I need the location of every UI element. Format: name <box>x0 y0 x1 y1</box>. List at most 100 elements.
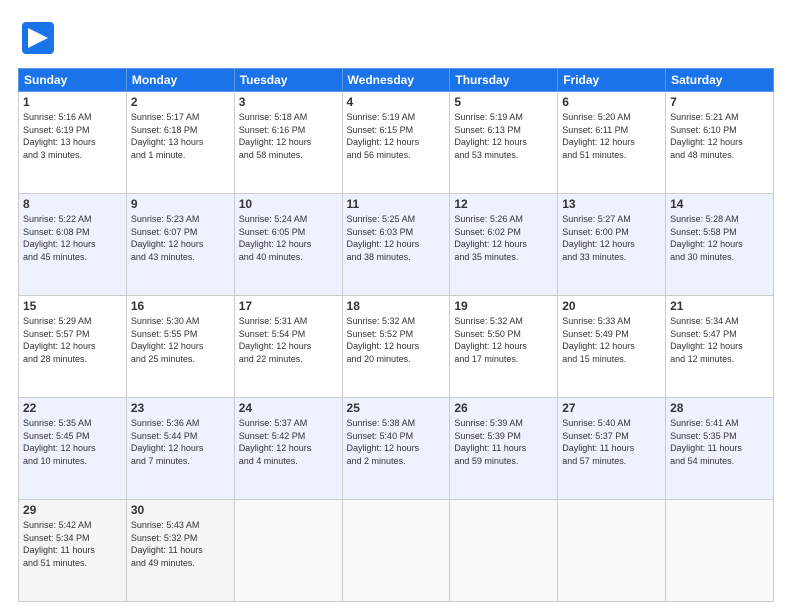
day-number: 11 <box>347 197 446 211</box>
day-number: 17 <box>239 299 338 313</box>
calendar-cell: 21 Sunrise: 5:34 AM Sunset: 5:47 PM Dayli… <box>666 296 774 398</box>
calendar-cell: 2Sunrise: 5:17 AM Sunset: 6:18 PM Daylig… <box>126 92 234 194</box>
week-row-5: 29 Sunrise: 5:42 AM Sunset: 5:34 PM Dayli… <box>19 500 774 602</box>
day-number: 16 <box>131 299 230 313</box>
calendar-cell: 16 Sunrise: 5:30 AM Sunset: 5:55 PM Dayli… <box>126 296 234 398</box>
day-number: 8 <box>23 197 122 211</box>
calendar-cell: 4 Sunrise: 5:19 AM Sunset: 6:15 PM Daylig… <box>342 92 450 194</box>
day-info: Sunrise: 5:21 AM Sunset: 6:10 PM Dayligh… <box>670 111 769 161</box>
week-row-2: 8 Sunrise: 5:22 AM Sunset: 6:08 PM Daylig… <box>19 194 774 296</box>
day-info: Sunrise: 5:24 AM Sunset: 6:05 PM Dayligh… <box>239 213 338 263</box>
day-info: Sunrise: 5:18 AM Sunset: 6:16 PM Dayligh… <box>239 111 338 161</box>
day-number: 14 <box>670 197 769 211</box>
calendar-cell: 17 Sunrise: 5:31 AM Sunset: 5:54 PM Dayli… <box>234 296 342 398</box>
logo-icon <box>18 18 58 58</box>
day-info: Sunrise: 5:29 AM Sunset: 5:57 PM Dayligh… <box>23 315 122 365</box>
weekday-header-tuesday: Tuesday <box>234 69 342 92</box>
calendar-cell: 28 Sunrise: 5:41 AM Sunset: 5:35 PM Dayli… <box>666 398 774 500</box>
day-info: Sunrise: 5:34 AM Sunset: 5:47 PM Dayligh… <box>670 315 769 365</box>
day-number: 29 <box>23 503 122 517</box>
day-info: Sunrise: 5:16 AM Sunset: 6:19 PM Dayligh… <box>23 111 122 161</box>
day-number: 22 <box>23 401 122 415</box>
day-info: Sunrise: 5:35 AM Sunset: 5:45 PM Dayligh… <box>23 417 122 467</box>
calendar-cell: 11 Sunrise: 5:25 AM Sunset: 6:03 PM Dayli… <box>342 194 450 296</box>
day-info: Sunrise: 5:31 AM Sunset: 5:54 PM Dayligh… <box>239 315 338 365</box>
day-info: Sunrise: 5:38 AM Sunset: 5:40 PM Dayligh… <box>347 417 446 467</box>
day-number: 20 <box>562 299 661 313</box>
weekday-header-friday: Friday <box>558 69 666 92</box>
weekday-header-row: SundayMondayTuesdayWednesdayThursdayFrid… <box>19 69 774 92</box>
day-info: Sunrise: 5:19 AM Sunset: 6:15 PM Dayligh… <box>347 111 446 161</box>
weekday-header-wednesday: Wednesday <box>342 69 450 92</box>
day-info: Sunrise: 5:36 AM Sunset: 5:44 PM Dayligh… <box>131 417 230 467</box>
day-number: 2 <box>131 95 230 109</box>
calendar-cell: 25 Sunrise: 5:38 AM Sunset: 5:40 PM Dayli… <box>342 398 450 500</box>
day-number: 4 <box>347 95 446 109</box>
day-number: 12 <box>454 197 553 211</box>
week-row-4: 22 Sunrise: 5:35 AM Sunset: 5:45 PM Dayli… <box>19 398 774 500</box>
day-info: Sunrise: 5:32 AM Sunset: 5:52 PM Dayligh… <box>347 315 446 365</box>
calendar-cell <box>450 500 558 602</box>
calendar-cell: 24 Sunrise: 5:37 AM Sunset: 5:42 PM Dayli… <box>234 398 342 500</box>
calendar-cell: 14 Sunrise: 5:28 AM Sunset: 5:58 PM Dayli… <box>666 194 774 296</box>
calendar-cell: 27 Sunrise: 5:40 AM Sunset: 5:37 PM Dayli… <box>558 398 666 500</box>
day-info: Sunrise: 5:30 AM Sunset: 5:55 PM Dayligh… <box>131 315 230 365</box>
day-info: Sunrise: 5:41 AM Sunset: 5:35 PM Dayligh… <box>670 417 769 467</box>
day-number: 28 <box>670 401 769 415</box>
day-number: 10 <box>239 197 338 211</box>
day-number: 9 <box>131 197 230 211</box>
day-info: Sunrise: 5:32 AM Sunset: 5:50 PM Dayligh… <box>454 315 553 365</box>
day-number: 13 <box>562 197 661 211</box>
day-info: Sunrise: 5:20 AM Sunset: 6:11 PM Dayligh… <box>562 111 661 161</box>
day-number: 23 <box>131 401 230 415</box>
calendar-cell: 7Sunrise: 5:21 AM Sunset: 6:10 PM Daylig… <box>666 92 774 194</box>
weekday-header-saturday: Saturday <box>666 69 774 92</box>
day-info: Sunrise: 5:42 AM Sunset: 5:34 PM Dayligh… <box>23 519 122 569</box>
calendar-cell: 26Sunrise: 5:39 AM Sunset: 5:39 PM Dayli… <box>450 398 558 500</box>
day-number: 6 <box>562 95 661 109</box>
day-info: Sunrise: 5:40 AM Sunset: 5:37 PM Dayligh… <box>562 417 661 467</box>
day-number: 21 <box>670 299 769 313</box>
day-info: Sunrise: 5:19 AM Sunset: 6:13 PM Dayligh… <box>454 111 553 161</box>
calendar-cell: 20 Sunrise: 5:33 AM Sunset: 5:49 PM Dayli… <box>558 296 666 398</box>
calendar-cell <box>234 500 342 602</box>
day-info: Sunrise: 5:22 AM Sunset: 6:08 PM Dayligh… <box>23 213 122 263</box>
day-info: Sunrise: 5:26 AM Sunset: 6:02 PM Dayligh… <box>454 213 553 263</box>
day-info: Sunrise: 5:33 AM Sunset: 5:49 PM Dayligh… <box>562 315 661 365</box>
day-info: Sunrise: 5:43 AM Sunset: 5:32 PM Dayligh… <box>131 519 230 569</box>
calendar-cell <box>342 500 450 602</box>
calendar-cell: 6 Sunrise: 5:20 AM Sunset: 6:11 PM Daylig… <box>558 92 666 194</box>
week-row-1: 1Sunrise: 5:16 AM Sunset: 6:19 PM Daylig… <box>19 92 774 194</box>
day-info: Sunrise: 5:28 AM Sunset: 5:58 PM Dayligh… <box>670 213 769 263</box>
day-info: Sunrise: 5:23 AM Sunset: 6:07 PM Dayligh… <box>131 213 230 263</box>
weekday-header-thursday: Thursday <box>450 69 558 92</box>
calendar-cell: 10 Sunrise: 5:24 AM Sunset: 6:05 PM Dayli… <box>234 194 342 296</box>
header <box>18 18 774 58</box>
page: SundayMondayTuesdayWednesdayThursdayFrid… <box>0 0 792 612</box>
calendar-table: SundayMondayTuesdayWednesdayThursdayFrid… <box>18 68 774 602</box>
calendar-cell: 3Sunrise: 5:18 AM Sunset: 6:16 PM Daylig… <box>234 92 342 194</box>
day-info: Sunrise: 5:37 AM Sunset: 5:42 PM Dayligh… <box>239 417 338 467</box>
calendar-cell <box>558 500 666 602</box>
calendar-cell: 29 Sunrise: 5:42 AM Sunset: 5:34 PM Dayli… <box>19 500 127 602</box>
day-number: 30 <box>131 503 230 517</box>
calendar-cell: 1Sunrise: 5:16 AM Sunset: 6:19 PM Daylig… <box>19 92 127 194</box>
week-row-3: 15Sunrise: 5:29 AM Sunset: 5:57 PM Dayli… <box>19 296 774 398</box>
day-number: 25 <box>347 401 446 415</box>
day-info: Sunrise: 5:25 AM Sunset: 6:03 PM Dayligh… <box>347 213 446 263</box>
calendar-cell: 9 Sunrise: 5:23 AM Sunset: 6:07 PM Daylig… <box>126 194 234 296</box>
logo <box>18 18 62 58</box>
calendar-cell: 18 Sunrise: 5:32 AM Sunset: 5:52 PM Dayli… <box>342 296 450 398</box>
calendar-cell: 30 Sunrise: 5:43 AM Sunset: 5:32 PM Dayli… <box>126 500 234 602</box>
day-number: 19 <box>454 299 553 313</box>
day-number: 24 <box>239 401 338 415</box>
calendar-cell <box>666 500 774 602</box>
calendar-cell: 8 Sunrise: 5:22 AM Sunset: 6:08 PM Daylig… <box>19 194 127 296</box>
day-number: 27 <box>562 401 661 415</box>
day-number: 18 <box>347 299 446 313</box>
calendar-cell: 5 Sunrise: 5:19 AM Sunset: 6:13 PM Daylig… <box>450 92 558 194</box>
day-info: Sunrise: 5:39 AM Sunset: 5:39 PM Dayligh… <box>454 417 553 467</box>
day-number: 5 <box>454 95 553 109</box>
weekday-header-monday: Monday <box>126 69 234 92</box>
calendar-cell: 19 Sunrise: 5:32 AM Sunset: 5:50 PM Dayli… <box>450 296 558 398</box>
